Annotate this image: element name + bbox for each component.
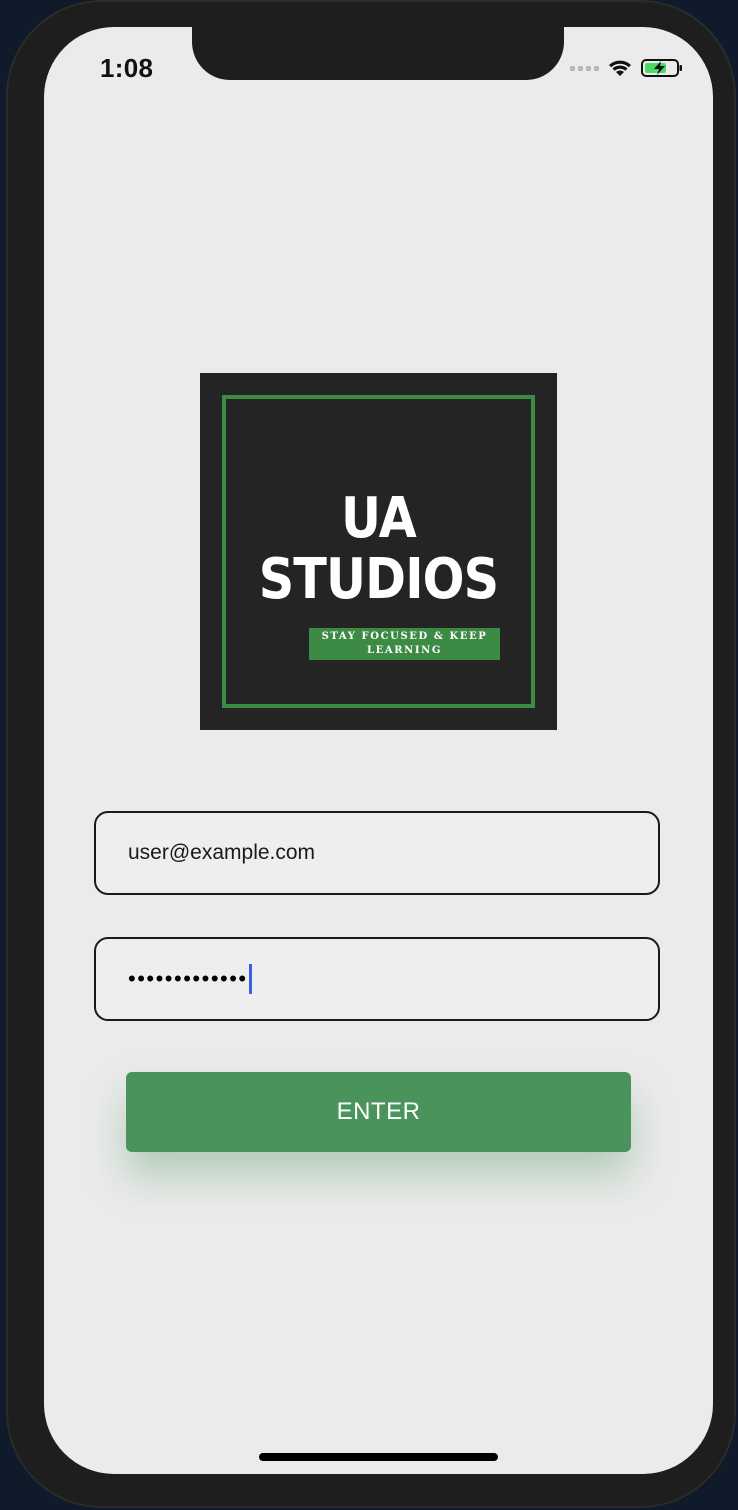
logo-tagline: STAY FOCUSED & KEEP LEARNING <box>309 628 500 660</box>
wifi-icon <box>607 58 633 78</box>
tagline-line1: STAY FOCUSED & KEEP <box>321 631 488 642</box>
screen: 1:08 UA STUDIOS STAY FOCUSED & KEEP LEAR… <box>44 27 713 1474</box>
ua-studios-logo: UA STUDIOS STAY FOCUSED & KEEP LEARNING <box>200 373 557 730</box>
battery-charging-icon <box>641 58 683 78</box>
logo-title-line1: UA <box>341 486 417 551</box>
password-field[interactable]: ••••••••••••• <box>94 937 660 1021</box>
logo-frame: UA STUDIOS STAY FOCUSED & KEEP LEARNING <box>222 395 535 708</box>
email-value: user@example.com <box>128 841 316 864</box>
tagline-line2: LEARNING <box>366 645 443 656</box>
phone-frame: 1:08 UA STUDIOS STAY FOCUSED & KEEP LEAR… <box>6 0 736 1508</box>
status-icons <box>570 55 683 81</box>
signal-icon <box>570 65 599 71</box>
home-indicator[interactable] <box>259 1453 498 1461</box>
notch <box>192 27 564 80</box>
text-caret <box>248 964 252 994</box>
email-field[interactable]: user@example.com <box>94 811 660 895</box>
enter-button[interactable]: ENTER <box>126 1072 631 1152</box>
status-time: 1:08 <box>100 53 154 83</box>
logo-title-line2: STUDIOS <box>258 547 499 612</box>
password-value: ••••••••••••• <box>128 966 248 991</box>
